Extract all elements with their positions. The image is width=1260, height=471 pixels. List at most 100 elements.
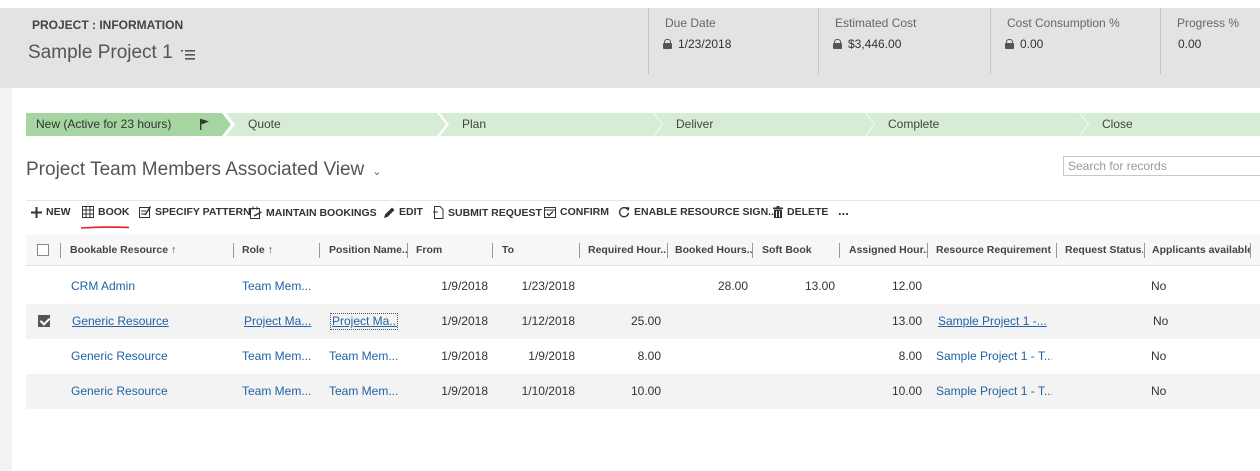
select-all-checkbox[interactable]: [37, 244, 49, 256]
cell-position-name[interactable]: [329, 269, 403, 304]
cell-applicants-available: No: [1153, 314, 1169, 328]
table-row[interactable]: Generic Resource Team Mem... Team Mem...…: [26, 339, 1260, 374]
cell-soft-book: 13.00: [804, 279, 835, 293]
confirm-button[interactable]: CONFIRM: [544, 206, 609, 218]
maintain-bookings-button[interactable]: MAINTAIN BOOKINGS: [250, 206, 377, 219]
cell-from: 1/9/2018: [441, 314, 488, 328]
col-resource-requirement[interactable]: Resource Requirement: [936, 235, 1056, 266]
stage-label: Close: [1102, 117, 1133, 131]
cell-position-name[interactable]: Project Ma...: [330, 313, 398, 330]
column-separator: [319, 243, 320, 258]
cell-booked-hours: [672, 304, 748, 339]
specify-pattern-label: SPECIFY PATTERN: [155, 206, 251, 218]
cell-booked-hours: [672, 339, 748, 374]
new-label: NEW: [46, 206, 71, 218]
record-name: Sample Project 1: [28, 42, 173, 63]
table-row[interactable]: CRM Admin Team Mem... 1/9/2018 1/23/2018…: [26, 269, 1260, 304]
cell-assigned-hours: 10.00: [891, 384, 922, 398]
cell-position-name[interactable]: Team Mem...: [329, 339, 403, 374]
col-from[interactable]: From: [416, 235, 486, 266]
col-applicants-available[interactable]: Applicants available: [1152, 235, 1250, 266]
cell-applicants-available: No: [1151, 384, 1167, 398]
flag-icon: [200, 119, 209, 130]
form-selector-icon[interactable]: [180, 49, 195, 61]
view-selector[interactable]: Project Team Members Associated View ⌄: [26, 159, 382, 181]
cell-request-status: [1065, 269, 1141, 304]
cell-required-hours: [586, 269, 661, 304]
kpi-value: $3,446.00: [848, 37, 902, 51]
kpi-label: Due Date: [665, 16, 716, 30]
submit-request-button[interactable]: SUBMIT REQUEST: [433, 206, 542, 219]
col-request-status[interactable]: Request Status...: [1065, 235, 1143, 266]
kpi-cost-consumption: Cost Consumption % 0.00: [990, 8, 1160, 74]
cell-resource-requirement[interactable]: Sample Project 1 - T...: [936, 374, 1052, 409]
book-button[interactable]: BOOK: [82, 206, 130, 218]
stage-label: New (Active for 23 hours): [36, 117, 172, 131]
book-label: BOOK: [98, 206, 130, 218]
plus-icon: [31, 206, 42, 218]
stage-close[interactable]: Close: [1080, 113, 1260, 136]
cell-bookable-resource[interactable]: CRM Admin: [71, 269, 221, 304]
delete-label: DELETE: [787, 206, 829, 218]
new-button[interactable]: NEW: [31, 206, 71, 218]
stage-label: Quote: [248, 117, 281, 131]
column-separator: [927, 243, 928, 258]
cell-to: 1/9/2018: [528, 349, 575, 363]
specify-pattern-button[interactable]: SPECIFY PATTERN: [139, 206, 251, 218]
cell-bookable-resource[interactable]: Generic Resource: [71, 339, 221, 374]
pattern-edit-icon: [139, 206, 151, 218]
delete-button[interactable]: DELETE: [773, 206, 828, 218]
col-position-name[interactable]: Position Name...: [329, 235, 407, 266]
column-separator: [60, 243, 61, 258]
record-title[interactable]: Sample Project 1: [28, 42, 195, 64]
stage-quote[interactable]: Quote: [226, 113, 446, 136]
cell-resource-requirement[interactable]: [936, 269, 1052, 304]
confirm-calendar-icon: [544, 207, 556, 218]
cell-request-status: [1065, 374, 1141, 409]
cell-from: 1/9/2018: [441, 279, 488, 293]
cell-required-hours: 10.00: [630, 384, 661, 398]
cell-from: 1/9/2018: [441, 384, 488, 398]
cell-role[interactable]: Project Ma...: [244, 304, 314, 339]
col-to[interactable]: To: [502, 235, 572, 266]
stage-new[interactable]: New (Active for 23 hours): [26, 113, 231, 136]
edit-button[interactable]: EDIT: [384, 206, 423, 218]
red-annotation-underline: [80, 226, 130, 229]
more-commands-button[interactable]: ...: [838, 203, 849, 218]
col-booked-hours[interactable]: Booked Hours...: [675, 235, 753, 266]
cell-request-status: [1065, 339, 1141, 374]
stage-plan[interactable]: Plan: [440, 113, 662, 136]
cell-request-status: [1065, 304, 1141, 339]
column-separator: [407, 243, 408, 258]
kpi-label: Progress %: [1177, 16, 1240, 30]
col-soft-book[interactable]: Soft Book: [762, 235, 832, 266]
col-role[interactable]: Role ↑: [242, 235, 318, 266]
cell-role[interactable]: Team Mem...: [242, 374, 316, 409]
cell-resource-requirement[interactable]: Sample Project 1 - T...: [936, 339, 1052, 374]
lock-icon: [1005, 39, 1014, 49]
column-separator: [1250, 243, 1251, 258]
col-required-hours[interactable]: Required Hour...: [588, 235, 666, 266]
stage-complete[interactable]: Complete: [866, 113, 1088, 136]
cell-role[interactable]: Team Mem...: [242, 339, 316, 374]
table-row[interactable]: Generic Resource Project Ma... Project M…: [26, 304, 1260, 339]
document-icon: [433, 206, 444, 219]
search-input[interactable]: [1063, 156, 1260, 176]
cell-role[interactable]: Team Mem...: [242, 269, 316, 304]
enable-resource-sign-button[interactable]: ENABLE RESOURCE SIGN...: [618, 206, 777, 218]
col-assigned-hours[interactable]: Assigned Hour...: [849, 235, 927, 266]
cell-applicants-available: No: [1151, 279, 1167, 293]
stage-deliver[interactable]: Deliver: [654, 113, 874, 136]
table-row[interactable]: Generic Resource Team Mem... Team Mem...…: [26, 374, 1260, 409]
cell-resource-requirement[interactable]: Sample Project 1 -...: [938, 304, 1054, 339]
col-bookable-resource[interactable]: Bookable Resource ↑: [70, 235, 230, 266]
maintain-bookings-icon: [250, 206, 262, 219]
column-separator: [233, 243, 234, 258]
maintain-bookings-label: MAINTAIN BOOKINGS: [266, 206, 377, 219]
cell-position-name[interactable]: Team Mem...: [329, 374, 403, 409]
edit-label: EDIT: [399, 206, 423, 218]
cell-applicants-available: No: [1151, 349, 1167, 363]
row-checkbox[interactable]: [38, 315, 50, 327]
cell-bookable-resource[interactable]: Generic Resource: [71, 374, 221, 409]
cell-bookable-resource[interactable]: Generic Resource: [72, 304, 222, 339]
